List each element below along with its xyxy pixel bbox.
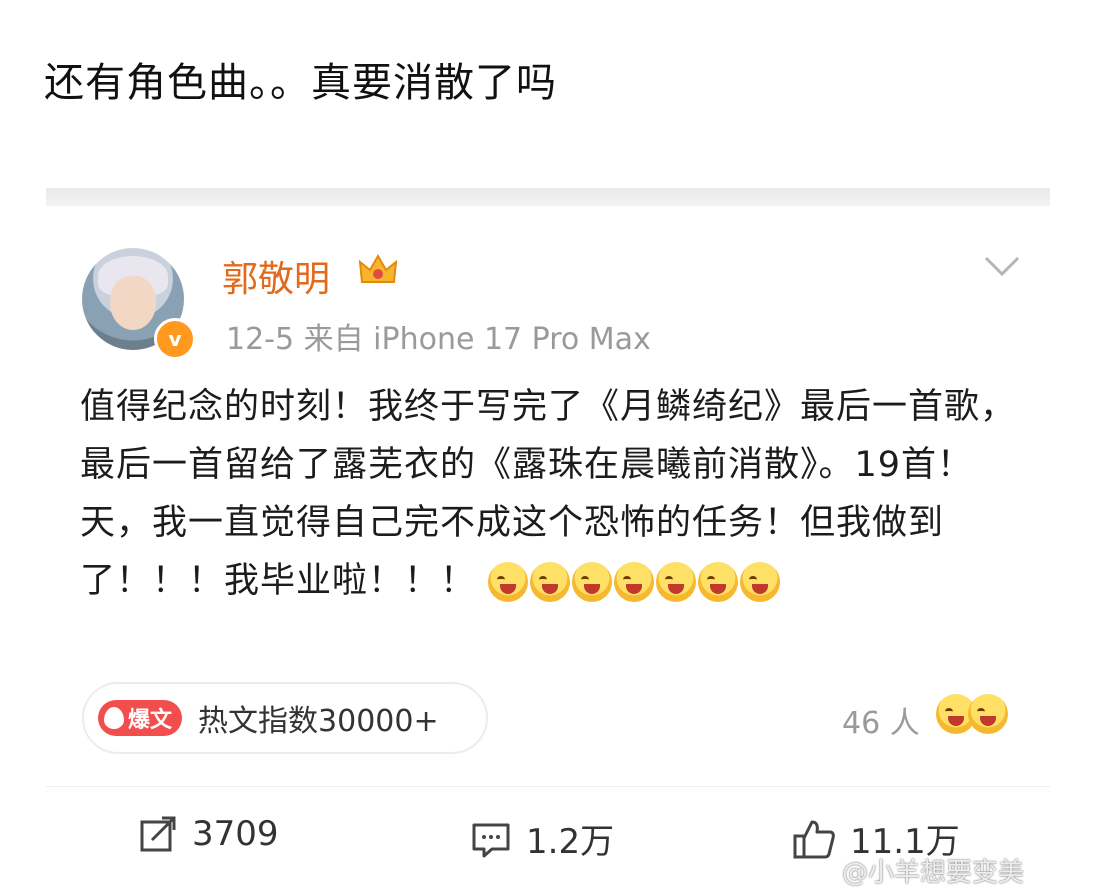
crying-laugh-emoji-icon: [572, 562, 613, 602]
emoji-group: [488, 562, 781, 602]
grinning-emoji-icon: [968, 694, 1008, 734]
avatar-face: [110, 276, 156, 330]
repost-button[interactable]: 3709: [138, 814, 279, 854]
repost-icon: [140, 816, 176, 852]
repost-count: 3709: [192, 814, 279, 854]
chevron-down-icon[interactable]: [982, 254, 1022, 278]
thumbs-up-icon: [793, 820, 835, 858]
comment-count: 1.2万: [526, 822, 615, 862]
crying-laugh-emoji-icon: [698, 562, 739, 602]
action-divider: [46, 786, 1050, 787]
comment-button[interactable]: 1.2万: [470, 814, 614, 863]
post-meta: 12-5 来自 iPhone 17 Pro Max: [226, 322, 651, 357]
post-body: 值得纪念的时刻！我终于写完了《月鳞绮纪》最后一首歌，最后一首留给了露芜衣的《露珠…: [80, 378, 1020, 610]
crying-laugh-emoji-icon: [740, 562, 781, 602]
hot-badge: 爆文: [98, 700, 183, 736]
flame-icon: [104, 707, 124, 729]
crying-laugh-emoji-icon: [656, 562, 697, 602]
comment-icon: [472, 823, 510, 857]
liked-people-count[interactable]: 46 人: [842, 698, 920, 742]
crying-laugh-emoji-icon: [530, 562, 571, 602]
watermark: @小羊想要变美: [842, 858, 1025, 888]
crying-laugh-emoji-icon: [614, 562, 655, 602]
crown-icon: [358, 253, 398, 283]
weibo-post-card: v 郭敬明 12-5 来自 iPhone 17 Pro Max 值得纪念的时刻！…: [46, 188, 1050, 892]
hot-badge-label: 爆文: [128, 708, 173, 733]
crying-laugh-emoji-icon: [488, 562, 529, 602]
post-caption: 还有角色曲。。真要消散了吗: [44, 60, 557, 106]
verified-badge: v: [154, 318, 196, 360]
author-name[interactable]: 郭敬明: [222, 250, 330, 302]
hot-index-text: 热文指数30000+: [198, 704, 439, 739]
hot-post-pill[interactable]: 爆文 热文指数30000+: [82, 682, 488, 754]
reaction-emojis: [936, 694, 1008, 734]
card-top-divider: [46, 188, 1050, 206]
